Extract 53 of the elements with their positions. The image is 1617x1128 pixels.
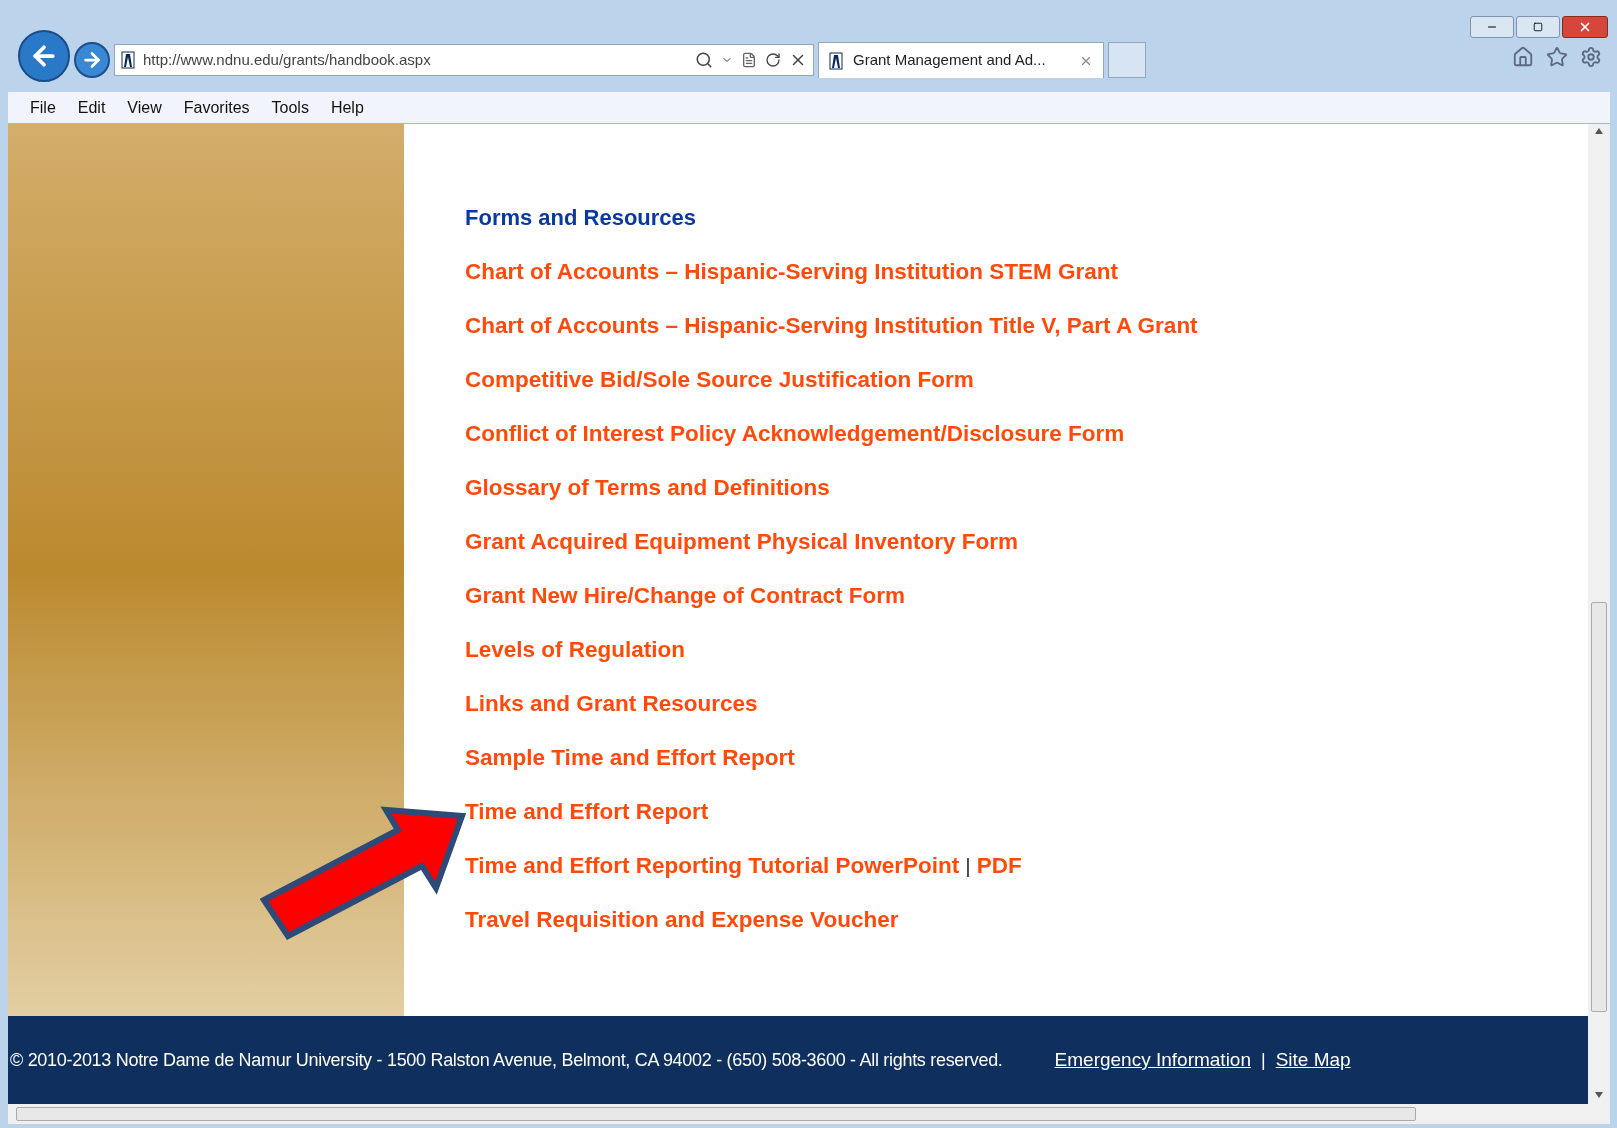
- footer-link[interactable]: Emergency Information: [1054, 1045, 1251, 1075]
- document-link[interactable]: Levels of Regulation: [465, 638, 686, 662]
- address-bar[interactable]: http://www.ndnu.edu/grants/handbook.aspx: [114, 44, 814, 76]
- close-button[interactable]: [1562, 16, 1608, 38]
- separator-text: |: [1261, 1048, 1266, 1072]
- tab-title: Grant Management and Ad...: [853, 50, 1047, 71]
- scroll-thumb[interactable]: [16, 1107, 1416, 1121]
- document-link[interactable]: Sample Time and Effort Report: [465, 746, 795, 770]
- document-link[interactable]: Time and Effort Report: [465, 800, 709, 824]
- favorites-icon[interactable]: [1546, 46, 1568, 68]
- menu-item[interactable]: Tools: [271, 95, 309, 120]
- scroll-thumb[interactable]: [1591, 602, 1607, 1012]
- menu-item[interactable]: Help: [330, 95, 364, 120]
- document-link[interactable]: Grant Acquired Equipment Physical Inventory Form: [465, 530, 1019, 554]
- document-link[interactable]: Conflict of Interest Policy Acknowledgement/Disclosure Form: [465, 422, 1125, 446]
- search-icon[interactable]: [695, 51, 713, 69]
- menu-item[interactable]: Favorites: [183, 95, 250, 120]
- document-link[interactable]: PDF: [976, 854, 1022, 878]
- document-link[interactable]: Links and Grant Resources: [465, 692, 758, 716]
- scroll-up-icon[interactable]: [1595, 128, 1603, 134]
- maximize-icon: [1533, 22, 1543, 32]
- vertical-scrollbar[interactable]: [1588, 124, 1610, 1016]
- menu-item[interactable]: File: [30, 95, 56, 120]
- document-link[interactable]: Glossary of Terms and Definitions: [465, 476, 830, 500]
- new-tab-button[interactable]: [1108, 42, 1146, 78]
- forward-arrow-icon: [81, 49, 103, 71]
- forward-button[interactable]: [74, 42, 110, 78]
- site-favicon-icon: [121, 51, 135, 69]
- maximize-button[interactable]: [1516, 16, 1560, 38]
- footer-link[interactable]: Site Map: [1275, 1045, 1351, 1075]
- scroll-down-icon[interactable]: [1595, 1092, 1603, 1098]
- minimize-button[interactable]: [1470, 16, 1514, 38]
- copyright-text: © 2010-2013 Notre Dame de Namur University - 1500 Ralston Avenue, Belmont, CA 94002 - (650) 508-3600 - All rights reserved.: [10, 1048, 1003, 1072]
- close-icon: [1578, 20, 1592, 34]
- browser-tab[interactable]: Grant Management and Ad...: [818, 42, 1104, 78]
- settings-icon[interactable]: [1580, 46, 1602, 68]
- document-link[interactable]: Time and Effort Reporting Tutorial PowerPoint: [465, 854, 960, 878]
- menu-item[interactable]: Edit: [77, 95, 106, 120]
- separator-text: |: [965, 854, 971, 878]
- horizontal-scrollbar[interactable]: [8, 1104, 1610, 1124]
- document-link[interactable]: Chart of Accounts – Hispanic-Serving Institution Title V, Part A Grant: [465, 314, 1198, 338]
- document-link[interactable]: Competitive Bid/Sole Source Justification Form: [465, 368, 974, 392]
- section-heading: Forms and Resources: [465, 206, 698, 230]
- home-icon[interactable]: [1512, 46, 1534, 68]
- compatibility-icon[interactable]: [741, 52, 757, 68]
- refresh-icon[interactable]: [765, 52, 781, 68]
- document-link[interactable]: Grant New Hire/Change of Contract Form: [465, 584, 906, 608]
- document-link[interactable]: Chart of Accounts – Hispanic-Serving Institution STEM Grant: [465, 260, 1118, 284]
- back-button[interactable]: [18, 30, 70, 82]
- address-text: http://www.ndnu.edu/grants/handbook.aspx: [143, 49, 432, 70]
- menu-item[interactable]: View: [127, 95, 162, 120]
- site-favicon-icon: [829, 51, 843, 70]
- document-link[interactable]: Travel Requisition and Expense Voucher: [465, 908, 899, 932]
